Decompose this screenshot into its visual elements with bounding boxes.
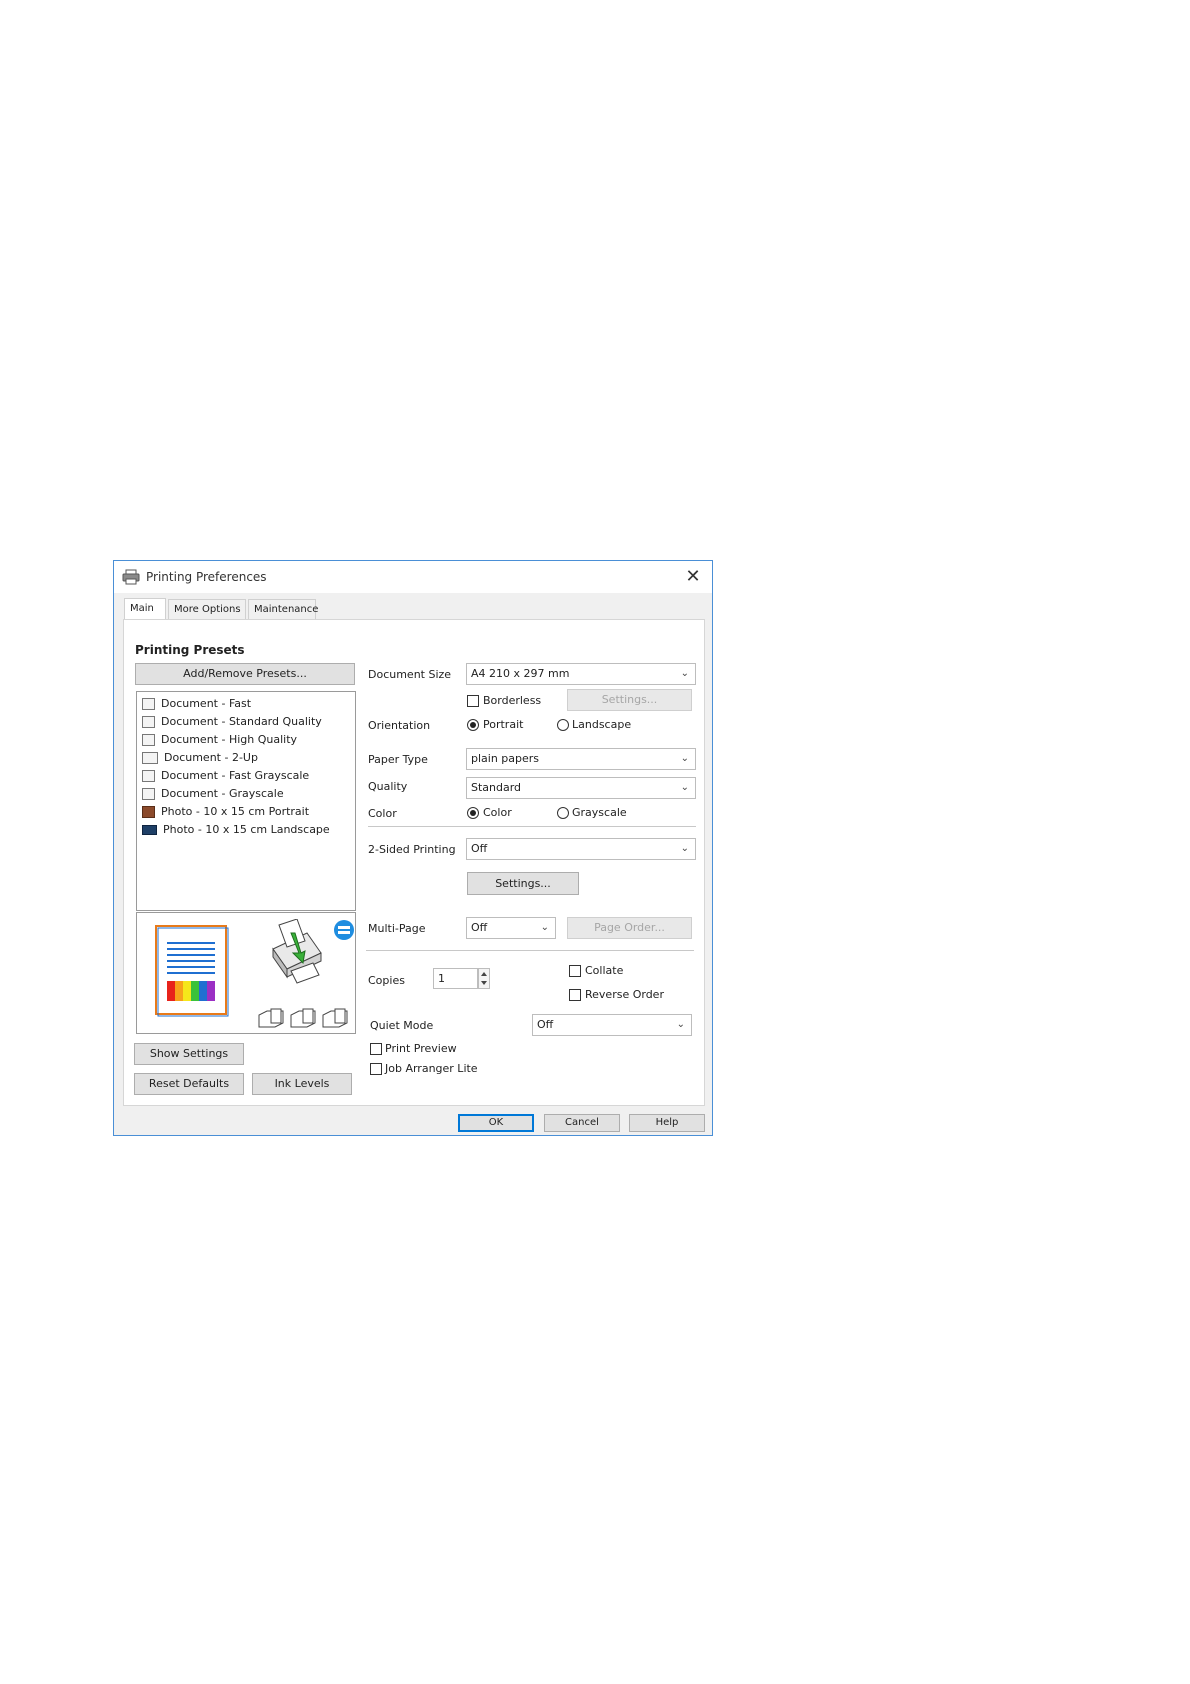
ink-status-icon [334, 920, 354, 940]
output-tray-icons [258, 1008, 348, 1028]
quality-label: Quality [368, 780, 408, 793]
list-item[interactable]: Document - 2-Up [142, 749, 258, 766]
tab-more-options[interactable]: More Options [168, 599, 246, 619]
reset-defaults-button[interactable]: Reset Defaults [134, 1073, 244, 1095]
print-preview-label: Print Preview [385, 1042, 457, 1055]
document-icon [142, 734, 155, 746]
two-sided-settings-button[interactable]: Settings... [467, 872, 579, 895]
photo-portrait-icon [142, 806, 155, 818]
two-up-icon [142, 752, 158, 764]
two-sided-label: 2-Sided Printing [368, 843, 456, 856]
page-preview-icon [155, 925, 229, 1017]
settings-preview [136, 912, 356, 1034]
document-size-select[interactable]: A4 210 x 297 mm ⌄ [466, 663, 696, 685]
add-remove-presets-button[interactable]: Add/Remove Presets... [135, 663, 355, 685]
title-bar: Printing Preferences ✕ [114, 561, 712, 593]
multi-page-select[interactable]: Off ⌄ [466, 917, 556, 939]
document-icon [142, 770, 155, 782]
landscape-radio[interactable] [557, 719, 569, 731]
chevron-down-icon: ⌄ [680, 753, 689, 764]
color-label: Color [368, 807, 397, 820]
window-title: Printing Preferences [146, 570, 267, 584]
portrait-label: Portrait [483, 718, 524, 731]
list-item[interactable]: Photo - 10 x 15 cm Portrait [142, 803, 309, 820]
help-button[interactable]: Help [629, 1114, 705, 1132]
ink-levels-button[interactable]: Ink Levels [252, 1073, 352, 1095]
printer-feed-icon [272, 919, 322, 984]
ok-button[interactable]: OK [458, 1114, 534, 1132]
grayscale-radio[interactable] [557, 807, 569, 819]
reverse-order-checkbox[interactable] [569, 989, 581, 1001]
show-settings-button[interactable]: Show Settings [134, 1043, 244, 1065]
list-item[interactable]: Document - Grayscale [142, 785, 284, 802]
presets-list[interactable]: Document - Fast Document - Standard Qual… [136, 691, 356, 911]
paper-type-select[interactable]: plain papers ⌄ [466, 748, 696, 770]
chevron-down-icon: ⌄ [680, 843, 689, 854]
presets-heading: Printing Presets [135, 643, 245, 657]
copies-input[interactable]: 1 [433, 968, 478, 989]
multi-page-label: Multi-Page [368, 922, 426, 935]
tab-maintenance[interactable]: Maintenance [248, 599, 318, 619]
document-icon [142, 788, 155, 800]
copies-stepper[interactable] [478, 968, 490, 989]
print-preview-checkbox[interactable] [370, 1043, 382, 1055]
landscape-label: Landscape [572, 718, 632, 731]
paper-type-label: Paper Type [368, 753, 428, 766]
borderless-checkbox[interactable] [467, 695, 479, 707]
collate-label: Collate [585, 964, 624, 977]
printing-preferences-window: Printing Preferences ✕ Main More Options… [113, 560, 713, 1136]
page-order-button[interactable]: Page Order... [567, 917, 692, 939]
portrait-radio[interactable] [467, 719, 479, 731]
close-button[interactable]: ✕ [682, 566, 704, 588]
job-arranger-label: Job Arranger Lite [385, 1062, 478, 1075]
tab-main[interactable]: Main [124, 598, 166, 621]
copies-label: Copies [368, 974, 405, 987]
chevron-down-icon: ⌄ [680, 668, 689, 679]
quiet-mode-select[interactable]: Off ⌄ [532, 1014, 692, 1036]
quality-select[interactable]: Standard ⌄ [466, 777, 696, 799]
chevron-down-icon: ⌄ [676, 1019, 685, 1030]
orientation-label: Orientation [368, 719, 431, 732]
list-item[interactable]: Document - Standard Quality [142, 713, 322, 730]
two-sided-select[interactable]: Off ⌄ [466, 838, 696, 860]
reverse-order-label: Reverse Order [585, 988, 664, 1001]
job-arranger-checkbox[interactable] [370, 1063, 382, 1075]
photo-landscape-icon [142, 825, 157, 835]
list-item[interactable]: Document - High Quality [142, 731, 297, 748]
printer-icon [122, 569, 140, 585]
cancel-button[interactable]: Cancel [544, 1114, 620, 1132]
document-icon [142, 716, 155, 728]
chevron-down-icon: ⌄ [540, 922, 549, 933]
divider [368, 826, 696, 827]
chevron-down-icon: ⌄ [680, 782, 689, 793]
quiet-mode-label: Quiet Mode [370, 1019, 434, 1032]
color-option-label: Color [483, 806, 512, 819]
divider [366, 950, 694, 951]
collate-checkbox[interactable] [569, 965, 581, 977]
list-item[interactable]: Document - Fast Grayscale [142, 767, 309, 784]
borderless-label: Borderless [483, 694, 542, 707]
list-item[interactable]: Document - Fast [142, 695, 251, 712]
color-radio[interactable] [467, 807, 479, 819]
grayscale-label: Grayscale [572, 806, 627, 819]
spinner-arrows-icon [481, 972, 487, 985]
document-icon [142, 698, 155, 710]
list-item[interactable]: Photo - 10 x 15 cm Landscape [142, 821, 330, 838]
document-size-label: Document Size [368, 668, 452, 681]
borderless-settings-button[interactable]: Settings... [567, 689, 692, 711]
